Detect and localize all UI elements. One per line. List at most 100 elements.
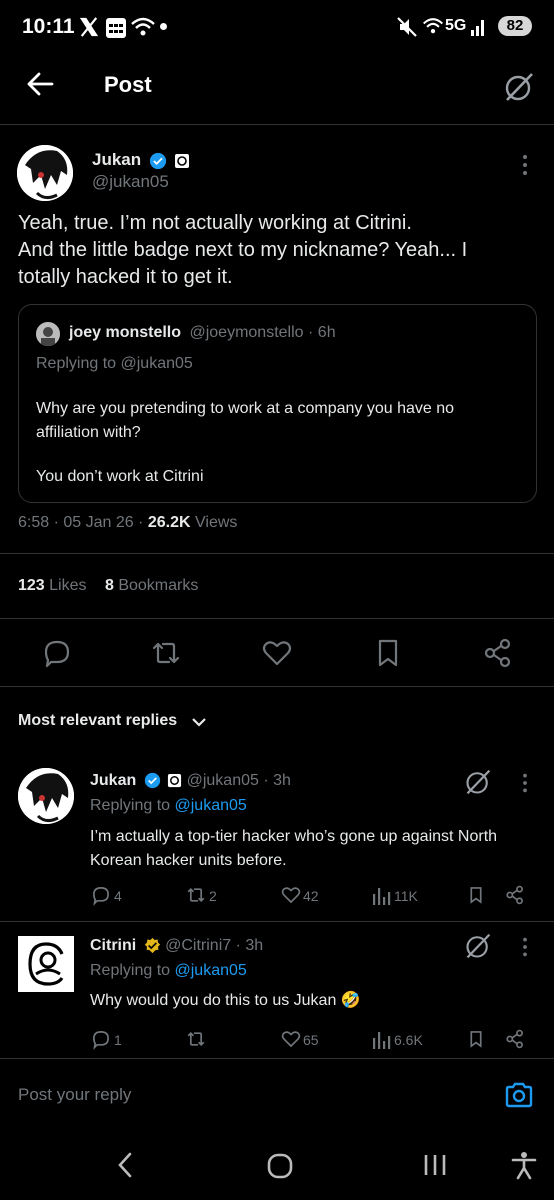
- affiliate-badge-icon: [168, 774, 182, 788]
- views-count: 26.2K: [147, 514, 191, 531]
- repost-icon[interactable]: [184, 884, 208, 906]
- share-icon[interactable]: [481, 636, 515, 670]
- reply-icon[interactable]: [40, 636, 74, 670]
- like-count: 42: [303, 888, 319, 904]
- share-icon[interactable]: [504, 884, 526, 906]
- avatar[interactable]: [18, 768, 74, 824]
- replying-handle-link[interactable]: @jukan05: [175, 797, 247, 814]
- author-handle[interactable]: @jukan05: [92, 172, 169, 192]
- camera-icon[interactable]: [504, 1080, 534, 1110]
- accessibility-icon[interactable]: [510, 1150, 538, 1180]
- affiliate-badge-icon: [174, 153, 189, 168]
- avatar[interactable]: [18, 936, 74, 992]
- nav-home-icon[interactable]: [266, 1152, 294, 1180]
- quote-replying-to: Replying to @jukan05: [36, 355, 193, 372]
- post-meta: 6:58 · 05 Jan 26 · 26.2K Views: [18, 514, 237, 532]
- back-arrow-icon[interactable]: [26, 70, 54, 98]
- grok-icon[interactable]: [464, 932, 492, 960]
- quoted-post[interactable]: joey monstello @joeymonstello · 6h Reply…: [18, 304, 537, 503]
- quote-author-handle: @joeymonstello: [189, 324, 304, 341]
- likes-label[interactable]: Likes: [49, 577, 86, 594]
- bookmark-icon[interactable]: [371, 636, 405, 670]
- reply-author-name[interactable]: Citrini: [90, 937, 136, 954]
- post-stats: 123 Likes 8 Bookmarks: [18, 577, 198, 595]
- mute-icon: [397, 17, 417, 37]
- reply-time: · 3h: [263, 772, 291, 789]
- views-count: 11K: [394, 888, 418, 904]
- calendar-icon: [106, 18, 126, 38]
- post-text: Yeah, true. I’m not actually working at …: [18, 210, 538, 291]
- replying-handle-link[interactable]: @jukan05: [175, 962, 247, 979]
- quote-time: · 6h: [308, 324, 336, 341]
- x-logo-icon: [79, 17, 99, 37]
- divider: [0, 921, 554, 922]
- reply-author-handle[interactable]: @Citrini7: [165, 937, 231, 954]
- network-type: 5G: [445, 17, 467, 34]
- replying-prefix: Replying to: [90, 797, 171, 814]
- reply-icon[interactable]: [90, 1028, 112, 1050]
- verified-badge-icon: [144, 773, 160, 789]
- battery-indicator: 82: [498, 16, 532, 36]
- replies-sort-toggle[interactable]: Most relevant replies: [18, 712, 177, 730]
- more-icon[interactable]: [518, 935, 532, 959]
- page-title: Post: [104, 72, 152, 97]
- views-icon[interactable]: [372, 884, 392, 906]
- reply-author-handle[interactable]: @jukan05: [187, 772, 259, 789]
- repost-count: 2: [209, 888, 217, 904]
- reply-text: I’m actually a top-tier hacker who’s gon…: [90, 825, 540, 873]
- status-bar: 10:11 5G 82: [0, 0, 554, 56]
- repost-icon[interactable]: [149, 636, 183, 670]
- repost-icon[interactable]: [184, 1028, 208, 1050]
- like-icon[interactable]: [260, 636, 294, 670]
- bookmark-icon[interactable]: [466, 1028, 486, 1050]
- quote-text-line: You don’t work at Citrini: [36, 468, 204, 485]
- more-icon[interactable]: [518, 152, 532, 178]
- nav-back-icon[interactable]: [114, 1150, 136, 1180]
- quote-text-line: Why are you pretending to work at a comp…: [36, 400, 455, 417]
- grok-icon[interactable]: [464, 768, 492, 796]
- post-author-row: Jukan: [92, 150, 190, 170]
- wifi-icon: [131, 17, 155, 36]
- status-time: 10:11: [22, 15, 75, 38]
- bookmarks-label[interactable]: Bookmarks: [118, 577, 198, 594]
- author-name[interactable]: Jukan: [92, 150, 141, 169]
- views-label: Views: [195, 514, 238, 531]
- divider: [0, 618, 554, 619]
- bookmarks-count[interactable]: 8: [105, 577, 114, 594]
- reply-text-line: Korean hacker units before.: [90, 852, 287, 869]
- grok-icon[interactable]: [503, 71, 535, 103]
- signal-icon: [471, 20, 484, 36]
- reply-count: 4: [114, 888, 122, 904]
- notification-dot: [160, 23, 167, 30]
- reply-author-name[interactable]: Jukan: [90, 772, 136, 789]
- chevron-down-icon[interactable]: [190, 714, 208, 730]
- avatar: [36, 322, 60, 346]
- reply-icon[interactable]: [90, 884, 112, 906]
- views-icon[interactable]: [372, 1028, 392, 1050]
- likes-count[interactable]: 123: [18, 577, 45, 594]
- quote-author-name: joey monstello: [69, 324, 182, 341]
- more-icon[interactable]: [518, 771, 532, 795]
- reply-time: · 3h: [235, 937, 264, 954]
- reply-replying-to: Replying to @jukan05: [90, 962, 247, 980]
- replying-prefix: Replying to: [90, 962, 171, 979]
- header-divider: [0, 124, 554, 125]
- quote-author-row: joey monstello @joeymonstello · 6h: [69, 324, 336, 342]
- quote-text: Why are you pretending to work at a comp…: [36, 397, 516, 445]
- post-text-line: Yeah, true. I’m not actually working at …: [18, 212, 412, 234]
- share-icon[interactable]: [504, 1028, 526, 1050]
- like-icon[interactable]: [280, 884, 302, 906]
- nav-recents-icon[interactable]: [422, 1152, 448, 1178]
- divider: [0, 553, 554, 554]
- bookmark-icon[interactable]: [466, 884, 486, 906]
- post-text-line: totally hacked it to get it.: [18, 266, 233, 288]
- reply-text-line: I’m actually a top-tier hacker who’s gon…: [90, 828, 498, 845]
- reply-author-row: Jukan @jukan05 · 3h: [90, 772, 291, 790]
- reply-input[interactable]: Post your reply: [18, 1085, 131, 1105]
- like-count: 65: [303, 1032, 319, 1048]
- avatar[interactable]: [17, 145, 73, 201]
- reply-replying-to: Replying to @jukan05: [90, 797, 247, 815]
- replies-sort-label: Most relevant replies: [18, 712, 178, 729]
- reply-count: 1: [114, 1032, 122, 1048]
- like-icon[interactable]: [280, 1028, 302, 1050]
